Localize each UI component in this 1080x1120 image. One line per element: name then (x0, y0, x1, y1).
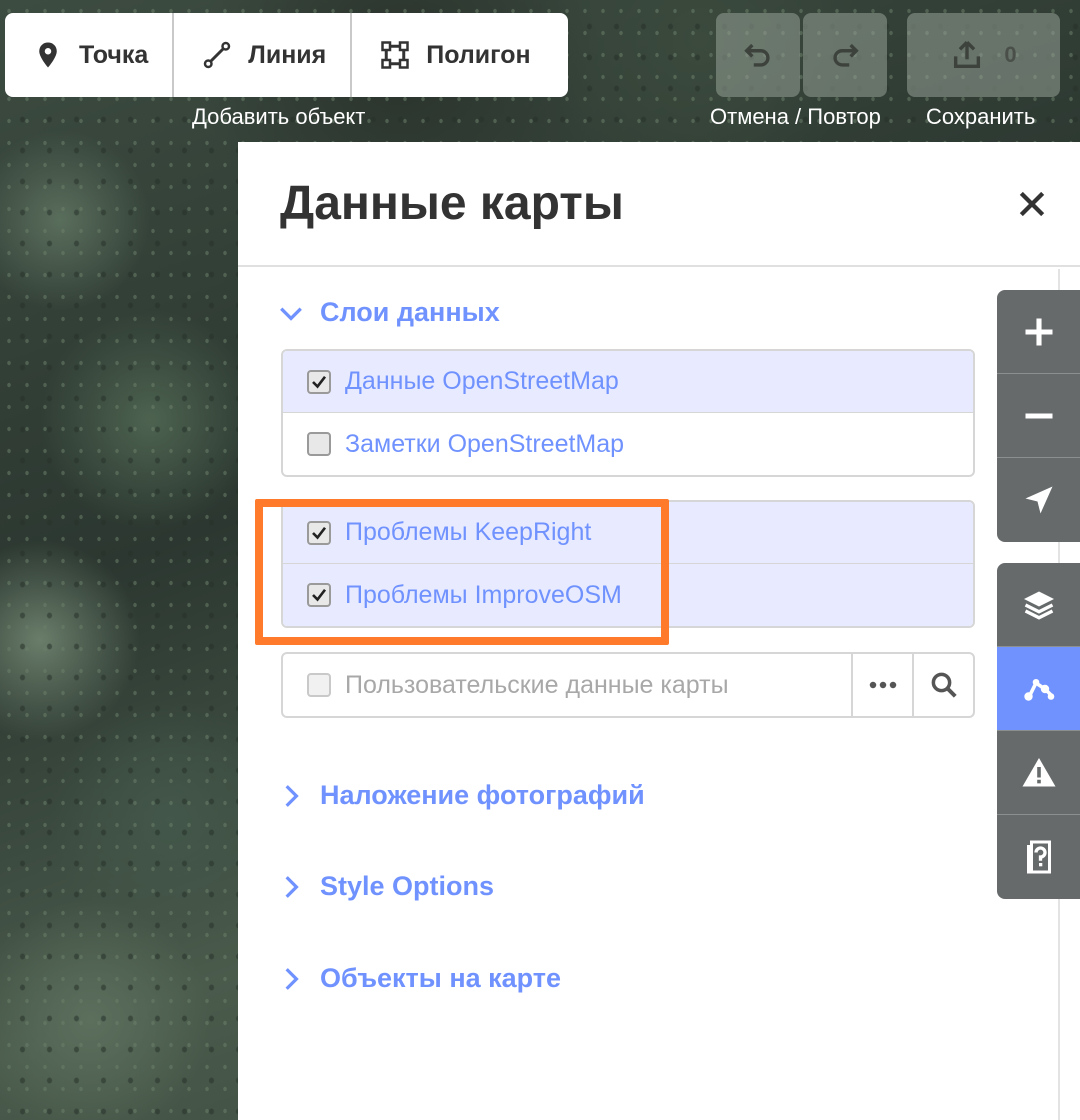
help-book-icon (1026, 840, 1051, 874)
section-photo-overlays[interactable]: Наложение фотографий (278, 780, 645, 811)
section-data-layers[interactable]: Слои данных (278, 297, 500, 328)
close-button[interactable] (1010, 182, 1054, 226)
undo-redo-caption: Отмена / Повтор (710, 104, 881, 129)
layer-keepright-checkbox[interactable] (307, 520, 331, 545)
section-style-options-label: Style Options (320, 871, 495, 901)
issues-pane-button[interactable] (997, 731, 1080, 815)
add-area-label: Полигон (426, 40, 531, 69)
geolocate-button[interactable] (997, 458, 1080, 542)
background-pane-button[interactable] (997, 563, 1080, 647)
section-map-features-label: Объекты на карте (320, 963, 562, 993)
section-photo-overlays-label: Наложение фотографий (320, 780, 645, 810)
panel-header: Данные карты (238, 142, 1080, 267)
layers-icon (1023, 591, 1054, 620)
section-data-layers-label: Слои данных (320, 297, 500, 327)
checkmark-icon (312, 588, 327, 602)
layer-osm-notes-label: Заметки OpenStreetMap (345, 429, 625, 458)
map-pane-controls (997, 563, 1080, 899)
layer-osm-data-checkbox[interactable] (307, 369, 331, 394)
map-data-pane-button[interactable] (997, 647, 1080, 731)
add-line-button[interactable]: Линия (174, 13, 353, 97)
map-zoom-controls (997, 290, 1080, 542)
polygon-icon (381, 41, 409, 69)
custom-data-label: Пользовательские данные карты (345, 670, 729, 699)
minus-icon (1025, 412, 1052, 419)
plus-icon (1025, 318, 1052, 345)
custom-data-checkbox[interactable] (307, 673, 331, 697)
custom-data-options-button[interactable] (851, 654, 912, 716)
chevron-right-icon (285, 875, 299, 898)
custom-data-toggle[interactable]: Пользовательские данные карты (283, 654, 851, 716)
qa-layers-list: Проблемы KeepRight Проблемы ImproveOSM (281, 500, 975, 628)
close-icon (1019, 191, 1045, 216)
map-data-panel: Данные карты Слои данных Данные OpenStre… (238, 142, 1080, 1120)
add-area-button[interactable]: Полигон (352, 13, 554, 97)
save-caption: Сохранить (926, 104, 1036, 129)
layer-osm-data-label: Данные OpenStreetMap (345, 367, 619, 395)
search-icon (931, 672, 957, 698)
chevron-down-icon (280, 307, 302, 321)
undo-icon (744, 43, 770, 67)
checkmark-icon (312, 375, 327, 388)
redo-icon (833, 43, 859, 67)
layer-improveosm-checkbox[interactable] (307, 583, 331, 607)
add-line-label: Линия (248, 40, 327, 69)
add-feature-caption: Добавить объект (192, 104, 366, 129)
custom-data-zoom-button[interactable] (912, 654, 973, 716)
osm-layers-list: Данные OpenStreetMap Заметки OpenStreetM… (281, 349, 975, 477)
help-pane-button[interactable] (997, 815, 1080, 899)
layer-keepright-label: Проблемы KeepRight (345, 518, 592, 546)
chevron-right-icon (285, 967, 299, 990)
more-dots-icon (869, 681, 896, 689)
layer-improveosm-label: Проблемы ImproveOSM (345, 580, 622, 609)
custom-data-row: Пользовательские данные карты (281, 652, 975, 718)
redo-button[interactable] (803, 13, 887, 97)
layer-osm-data[interactable]: Данные OpenStreetMap (283, 351, 973, 413)
layer-improveosm[interactable]: Проблемы ImproveOSM (283, 564, 973, 626)
save-count: 0 (1004, 42, 1017, 67)
add-point-button[interactable]: Точка (5, 13, 175, 97)
undo-button[interactable] (716, 13, 800, 97)
line-icon (204, 41, 231, 69)
panel-title: Данные карты (280, 177, 624, 230)
section-map-features[interactable]: Объекты на карте (278, 963, 561, 994)
layer-keepright[interactable]: Проблемы KeepRight (283, 502, 973, 564)
section-style-options[interactable]: Style Options (278, 871, 494, 902)
map-data-icon (1023, 678, 1054, 701)
zoom-out-button[interactable] (997, 374, 1080, 458)
add-point-label: Точка (79, 40, 149, 69)
layer-osm-notes-checkbox[interactable] (307, 432, 331, 456)
point-marker-icon (39, 42, 57, 68)
upload-icon (954, 41, 981, 69)
layer-osm-notes[interactable]: Заметки OpenStreetMap (283, 413, 973, 475)
chevron-right-icon (285, 784, 299, 807)
zoom-in-button[interactable] (997, 290, 1080, 374)
location-arrow-icon (1025, 486, 1052, 514)
warning-icon (1022, 757, 1055, 786)
checkmark-icon (312, 526, 327, 539)
add-feature-toolbar: Точка Линия Полигон (5, 13, 568, 97)
save-button[interactable]: 0 (907, 13, 1060, 97)
